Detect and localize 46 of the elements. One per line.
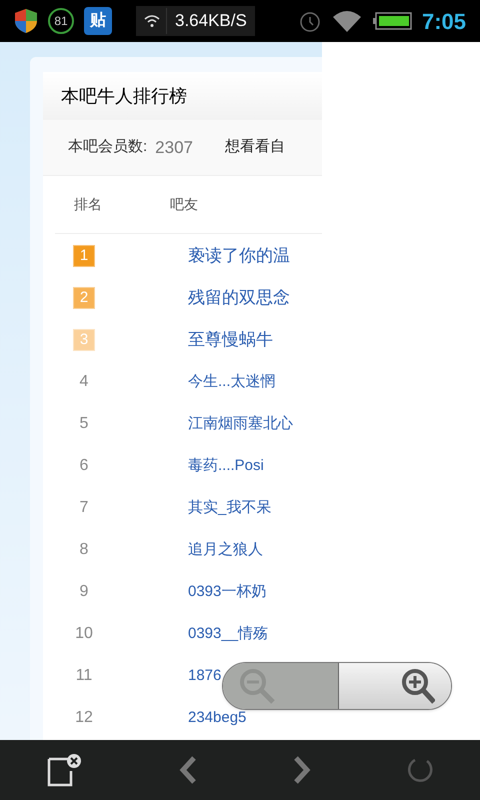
user-link[interactable]: 至尊慢蜗牛 [188,327,273,353]
zoom-out-icon [239,668,275,704]
column-header: 排名 [73,195,103,214]
member-count: 2307 [155,136,193,159]
user-link[interactable]: 追月之狼人 [188,538,263,562]
user-link[interactable]: 残留的双思念 [188,285,290,311]
rank-number: 9 [78,582,90,602]
user-link[interactable]: 其实_我不呆 [188,496,272,520]
wifi-icon [332,10,362,32]
close-window-icon[interactable] [47,753,84,787]
wifi-icon [144,14,160,28]
rank-badge: 2 [73,287,95,309]
clock-time: 7:05 [422,8,466,36]
rank-number: 4 [78,372,90,392]
notification-count: 81 [48,8,74,34]
user-link[interactable]: 234beg5 [188,706,246,730]
rank-number: 5 [78,414,90,434]
rank-badge: 3 [73,329,95,351]
rank-number: 7 [78,498,90,518]
zoom-in-button[interactable] [338,663,451,709]
shield-icon [14,8,38,34]
back-icon[interactable] [178,755,198,785]
member-label: 本吧会员数: [68,137,148,158]
rank-number: 10 [74,624,94,644]
rank-number: 12 [74,708,94,728]
rank-badge: 1 [73,245,95,267]
panel-title: 本吧牛人排行榜 [61,84,187,108]
rank-number: 8 [78,540,90,560]
forward-icon[interactable] [292,755,312,785]
column-header: 吧友 [170,195,198,214]
user-link[interactable]: 毒药....Posi [188,454,264,478]
network-speed: 3.64KB/S [166,8,247,34]
user-link[interactable]: 0393一杯奶 [188,580,266,604]
rank-number: 11 [74,666,94,686]
user-link[interactable]: 0393__情殇 [188,622,268,646]
view-self-link[interactable]: 想看看自 [225,136,285,159]
user-link[interactable]: 江南烟雨塞北心 [188,412,293,436]
zoom-in-icon [399,668,435,704]
battery-icon [372,12,412,30]
rank-number: 6 [78,456,90,476]
user-link[interactable]: 1876 [188,664,222,688]
user-link[interactable]: 亵读了你的温 [188,243,290,269]
zoom-control[interactable] [222,662,452,710]
user-link[interactable]: 今生...太迷惘 [188,370,276,394]
app-icon: 贴 [84,7,112,35]
reload-icon[interactable] [406,757,433,783]
